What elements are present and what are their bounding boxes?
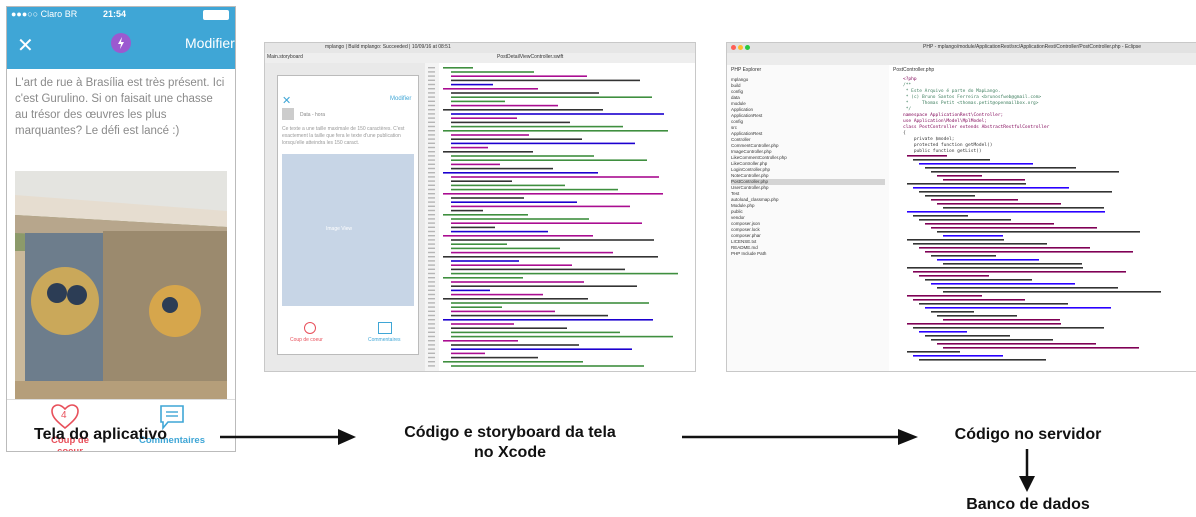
arrow-server-to-database bbox=[1019, 449, 1035, 492]
flow-arrows bbox=[220, 429, 1035, 492]
arrow-xcode-to-server bbox=[682, 429, 918, 445]
arrow-app-to-xcode bbox=[220, 429, 356, 445]
